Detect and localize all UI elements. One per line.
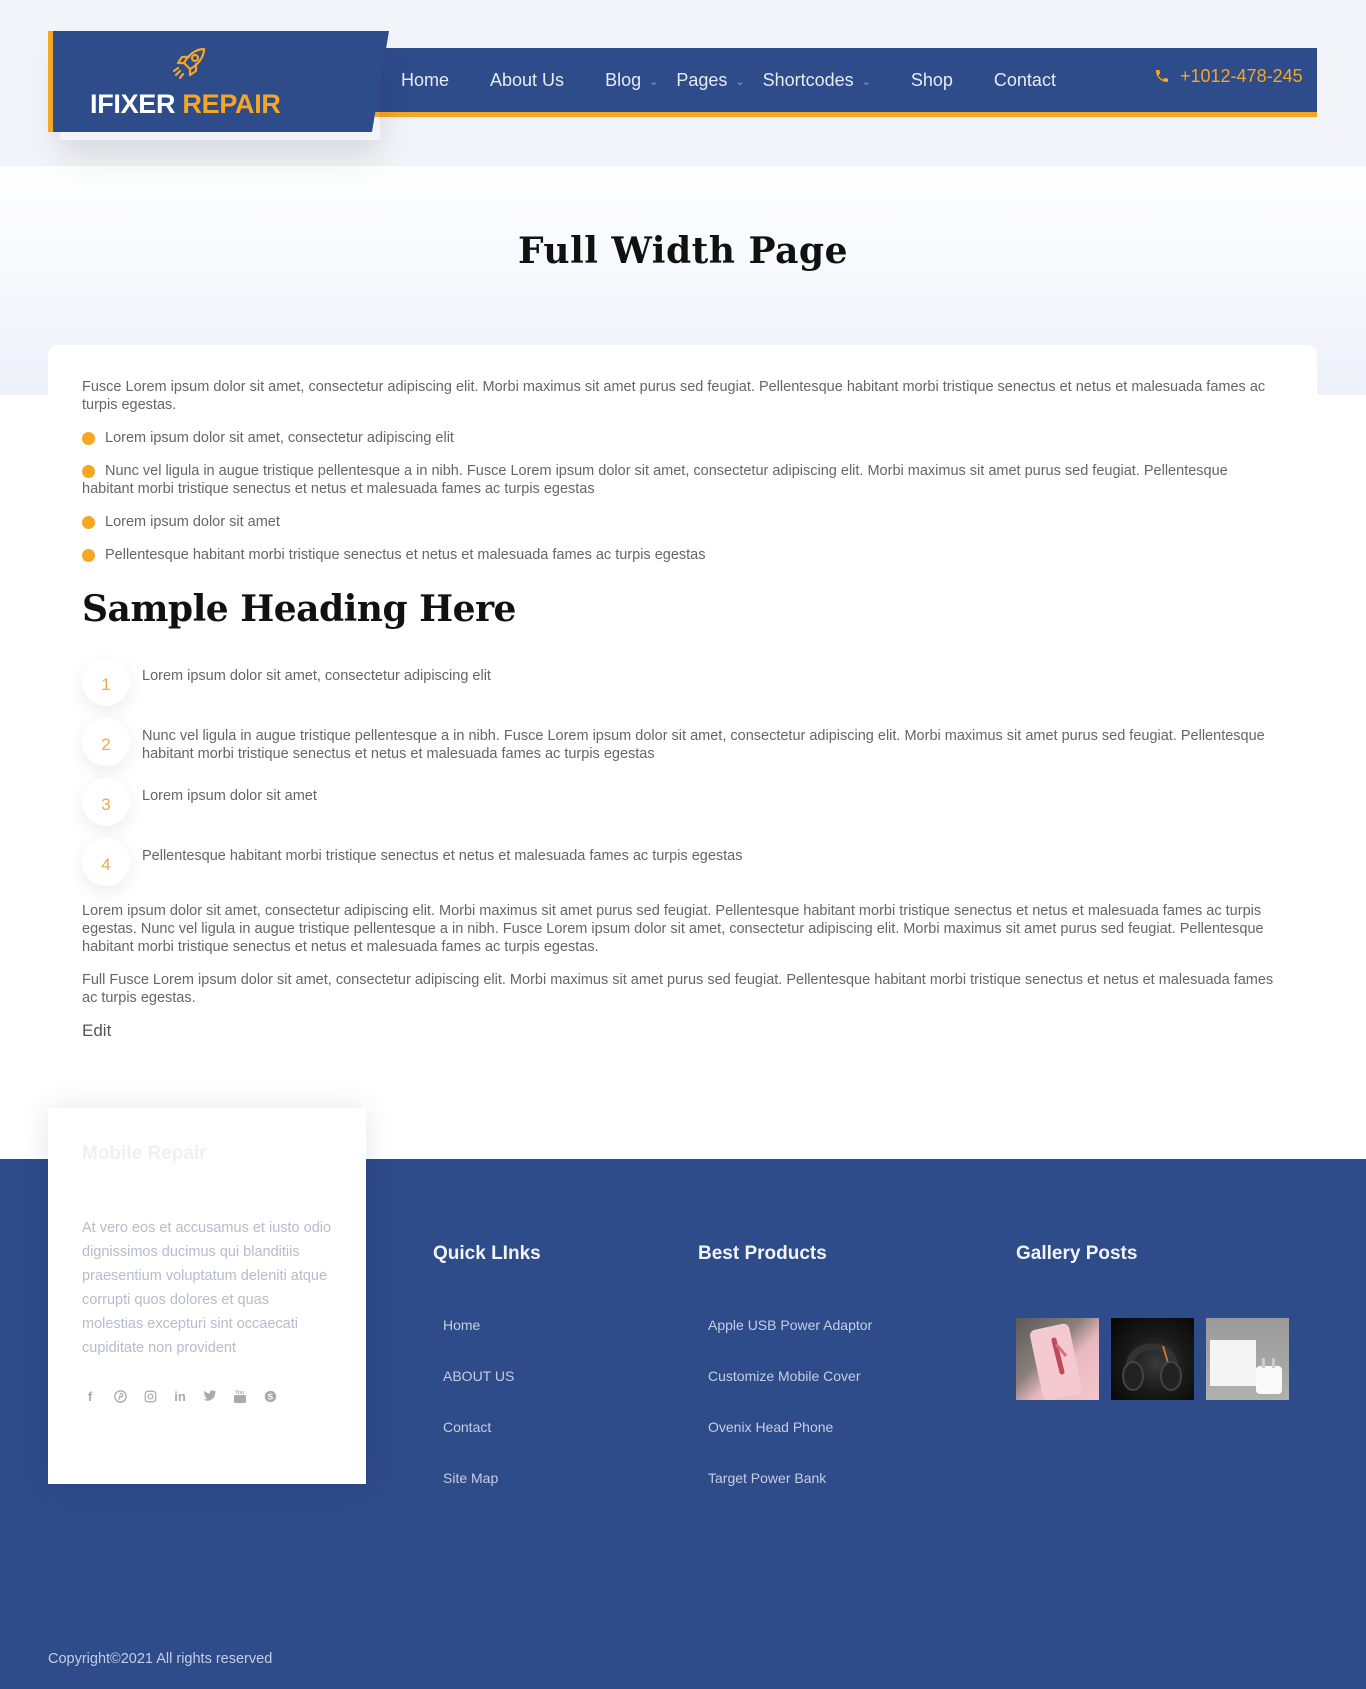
numbered-item: 1 Lorem ipsum dolor sit amet, consectetur…: [82, 658, 1282, 718]
logo-text-accent: REPAIR: [182, 89, 281, 119]
phone-number: +1012-478-245: [1180, 65, 1303, 86]
nav-item-pages[interactable]: Pages ⌄: [676, 70, 744, 91]
bullet-text: Nunc vel ligula in augue tristique pelle…: [82, 463, 1228, 497]
youtube-icon[interactable]: You: [232, 1388, 248, 1404]
logo[interactable]: IFIXER REPAIR: [48, 31, 389, 132]
bullet-text: Lorem ipsum dolor sit amet, consectetur …: [105, 430, 454, 446]
copyright-text: Copyright©2021 All rights reserved: [48, 1651, 273, 1667]
logo-text: IFIXER REPAIR: [90, 89, 281, 120]
gallery-thumb-headphones[interactable]: [1111, 1318, 1194, 1400]
product-link[interactable]: Customize Mobile Cover: [708, 1366, 872, 1417]
best-products-list: Apple USB Power Adaptor Customize Mobile…: [708, 1315, 872, 1519]
gallery-grid: [1016, 1318, 1301, 1400]
intro-paragraph: Fusce Lorem ipsum dolor sit amet, consec…: [82, 379, 1266, 413]
main-nav: Home About Us Blog ⌄ Pages ⌄ Shortcodes ⌄ S…: [401, 48, 1097, 112]
number-badge: 4: [82, 838, 130, 886]
power-adapter-image: [1210, 1340, 1282, 1394]
nav-item-home[interactable]: Home: [401, 70, 449, 91]
instagram-icon[interactable]: [142, 1388, 158, 1404]
body-paragraph: Lorem ipsum dolor sit amet, consectetur …: [82, 903, 1264, 955]
chevron-down-icon: ⌄: [649, 75, 659, 88]
widget-title: Mobile Repair: [82, 1143, 207, 1164]
nav-item-shortcodes[interactable]: Shortcodes ⌄: [763, 70, 871, 91]
headphones-image: [1122, 1343, 1182, 1391]
facebook-icon[interactable]: f: [82, 1388, 98, 1404]
gallery-thumb-power-adapter[interactable]: [1206, 1318, 1289, 1400]
pinterest-icon[interactable]: [112, 1388, 128, 1404]
product-link[interactable]: Ovenix Head Phone: [708, 1417, 872, 1468]
footer-link-about-us[interactable]: ABOUT US: [443, 1366, 514, 1417]
footer-about-widget: Mobile Repair At vero eos et accusamus e…: [48, 1108, 366, 1484]
quick-links-list: Home ABOUT US Contact Site Map: [443, 1315, 514, 1519]
gallery-posts-title: Gallery Posts: [1016, 1243, 1138, 1264]
nav-label: Blog: [605, 69, 642, 90]
product-link[interactable]: Target Power Bank: [708, 1468, 872, 1519]
nav-label: Home: [401, 69, 450, 90]
widget-text: At vero eos et accusamus et iusto odio d…: [82, 1220, 332, 1356]
numbered-item: 2 Nunc vel ligula in augue tristique pell…: [82, 718, 1282, 778]
bullet-item: Lorem ipsum dolor sit amet: [82, 513, 1282, 531]
numbered-text: Pellentesque habitant morbi tristique se…: [142, 848, 743, 864]
numbered-item: 3 Lorem ipsum dolor sit amet: [82, 778, 1282, 838]
numbered-text: Lorem ipsum dolor sit amet, consectetur …: [142, 668, 491, 684]
nav-item-about-us[interactable]: About Us: [490, 70, 564, 91]
nav-item-blog[interactable]: Blog ⌄: [605, 70, 658, 91]
chevron-down-icon: ⌄: [735, 75, 745, 88]
bullet-item: Pellentesque habitant morbi tristique se…: [82, 546, 1282, 564]
footer-link-contact[interactable]: Contact: [443, 1417, 514, 1468]
linkedin-icon[interactable]: in: [172, 1388, 188, 1404]
number-badge: 3: [82, 778, 130, 826]
number-badge: 1: [82, 658, 130, 706]
bullet-dot-icon: [82, 432, 95, 445]
page-content: Fusce Lorem ipsum dolor sit amet, consec…: [82, 378, 1282, 1041]
gallery-thumb-pink-phone-case[interactable]: [1016, 1318, 1099, 1400]
numbered-list: 1 Lorem ipsum dolor sit amet, consectetur…: [82, 658, 1282, 898]
body-paragraph: Full Fusce Lorem ipsum dolor sit amet, c…: [82, 972, 1274, 1006]
nav-item-contact[interactable]: Contact: [994, 70, 1056, 91]
bullet-dot-icon: [82, 549, 95, 562]
bullet-dot-icon: [82, 516, 95, 529]
nav-label: Shop: [910, 69, 953, 90]
chevron-down-icon: ⌄: [861, 75, 871, 88]
bullet-text: Lorem ipsum dolor sit amet: [105, 514, 280, 530]
rocket-icon: [172, 47, 206, 80]
phone-case-image: [1030, 1323, 1082, 1400]
skype-icon[interactable]: S: [262, 1388, 278, 1404]
bullet-list: Lorem ipsum dolor sit amet, consectetur …: [82, 429, 1282, 564]
footer-link-home[interactable]: Home: [443, 1315, 514, 1366]
number-badge: 2: [82, 718, 130, 766]
social-links: f in You S: [82, 1388, 292, 1404]
section-heading: Sample Heading Here: [82, 588, 516, 630]
edit-link[interactable]: Edit: [82, 1022, 111, 1040]
bullet-text: Pellentesque habitant morbi tristique se…: [105, 547, 706, 563]
nav-label: Contact: [993, 69, 1056, 90]
phone-icon: [1156, 70, 1168, 82]
numbered-text: Lorem ipsum dolor sit amet: [142, 788, 317, 804]
bullet-item: Lorem ipsum dolor sit amet, consectetur …: [82, 429, 1282, 447]
best-products-title: Best Products: [698, 1243, 827, 1264]
product-link[interactable]: Apple USB Power Adaptor: [708, 1315, 872, 1366]
phone-link[interactable]: +1012-478-245: [1154, 64, 1303, 88]
twitter-icon[interactable]: [202, 1388, 218, 1404]
nav-label: Shortcodes: [762, 69, 854, 90]
numbered-item: 4 Pellentesque habitant morbi tristique s…: [82, 838, 1282, 898]
footer-link-site-map[interactable]: Site Map: [443, 1468, 514, 1519]
nav-label: About Us: [490, 69, 565, 90]
quick-links-title: Quick LInks: [433, 1243, 541, 1264]
nav-item-shop[interactable]: Shop: [911, 70, 953, 91]
bullet-item: Nunc vel ligula in augue tristique pelle…: [82, 462, 1282, 498]
logo-text-main: IFIXER: [90, 89, 176, 119]
nav-label: Pages: [676, 69, 728, 90]
numbered-text: Nunc vel ligula in augue tristique pelle…: [142, 728, 1265, 762]
svg-text:S: S: [267, 1392, 273, 1401]
bullet-dot-icon: [82, 465, 95, 478]
page-title: Full Width Page: [518, 230, 848, 272]
